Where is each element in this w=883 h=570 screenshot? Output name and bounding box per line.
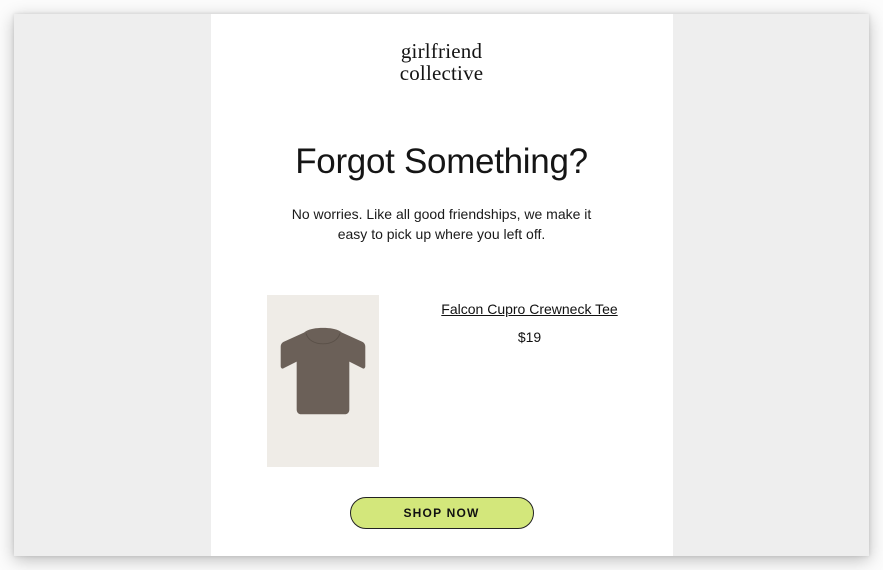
brand-line-2: collective xyxy=(400,62,484,84)
brand-logo: girlfriend collective xyxy=(400,40,484,84)
product-price: $19 xyxy=(518,329,541,345)
product-name-link[interactable]: Falcon Cupro Crewneck Tee xyxy=(441,301,617,317)
brand-line-1: girlfriend xyxy=(400,40,484,62)
shop-now-label: SHOP NOW xyxy=(403,506,479,520)
product-details: Falcon Cupro Crewneck Tee $19 xyxy=(411,295,649,345)
subheading: No worries. Like all good friendships, w… xyxy=(292,204,592,245)
email-outer-frame: girlfriend collective Forgot Something? … xyxy=(14,14,869,556)
email-body: girlfriend collective Forgot Something? … xyxy=(211,14,673,556)
shop-now-button[interactable]: SHOP NOW xyxy=(350,497,534,529)
product-image[interactable] xyxy=(267,295,379,467)
product-row: Falcon Cupro Crewneck Tee $19 xyxy=(235,295,649,467)
tshirt-icon xyxy=(276,325,370,419)
heading: Forgot Something? xyxy=(295,142,588,182)
